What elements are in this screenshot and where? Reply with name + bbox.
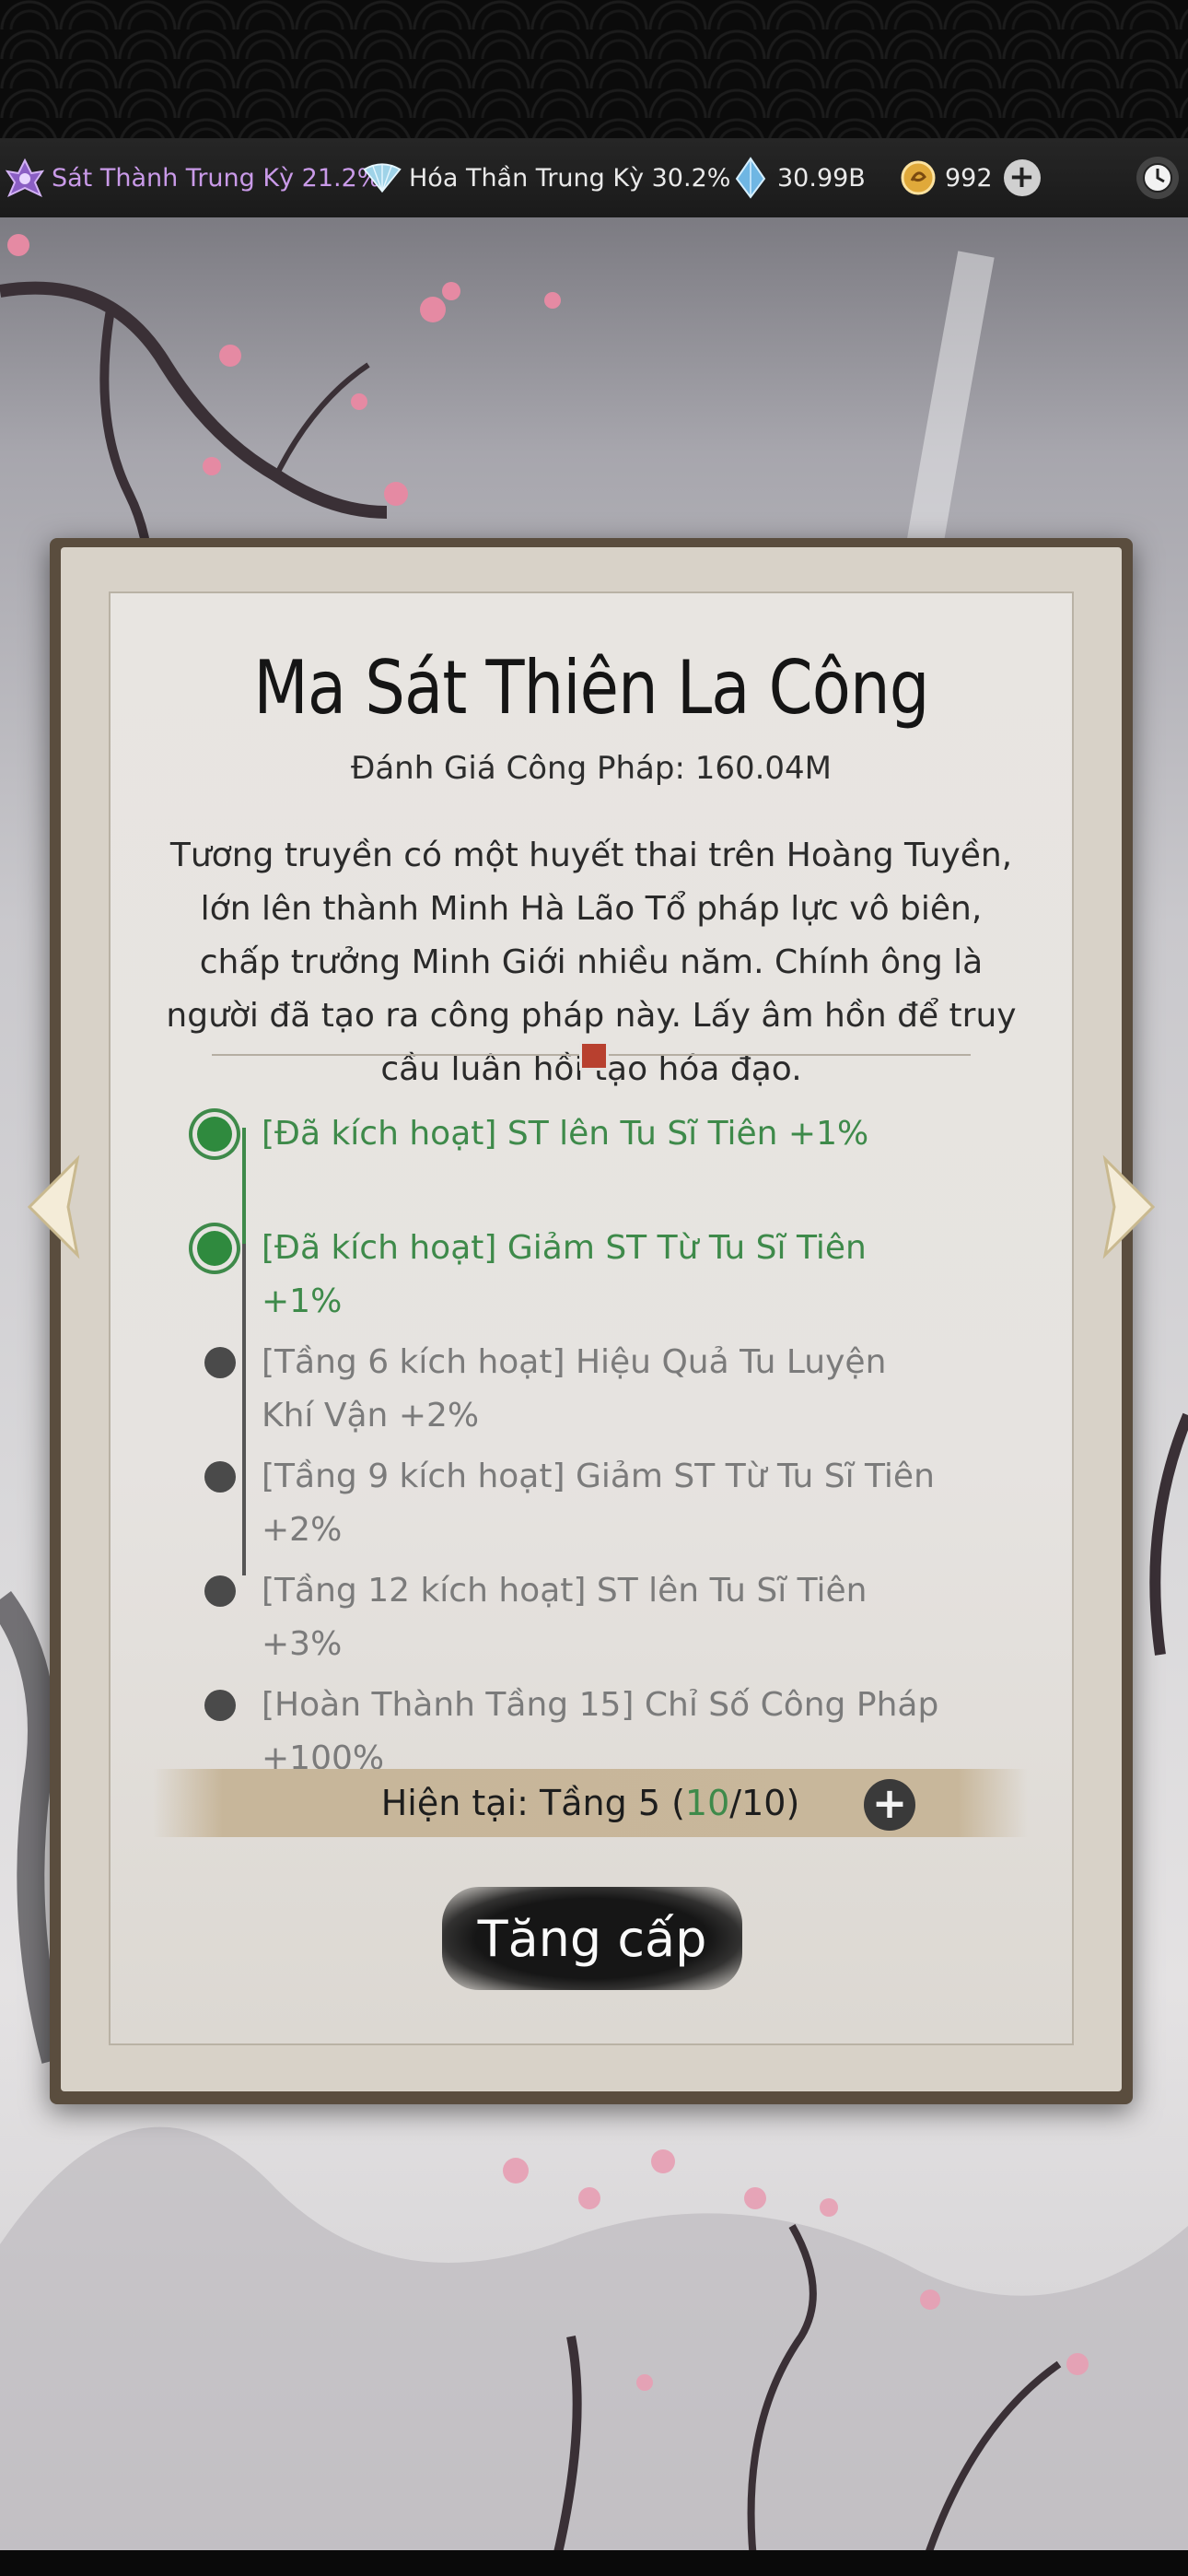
technique-scroll-panel: Ma Sát Thiên La Công Đánh Giá Công Pháp:… <box>50 538 1133 2104</box>
add-level-button[interactable]: + <box>864 1779 915 1831</box>
spirit-stone-counter[interactable]: 30.99B <box>729 138 866 217</box>
resource-bar: Sát Thành Trung Kỳ 21.2% Hóa Thần Trung … <box>0 138 1188 219</box>
effect-text: [Tầng 6 kích hoạt] Hiệu Quả Tu Luyện Khí… <box>262 1343 887 1434</box>
technique-title: Ma Sát Thiên La Công <box>253 645 929 731</box>
effect-text: [Đã kích hoạt] Giảm ST Từ Tu Sĩ Tiên +1% <box>262 1229 867 1320</box>
effect-active-dot <box>197 1117 232 1152</box>
technique-rating: Đánh Giá Công Pháp: 160.04M <box>350 750 833 787</box>
add-gold-button[interactable]: + <box>1003 159 1041 196</box>
effect-inactive-dot <box>204 1575 236 1607</box>
rank-fan-icon <box>361 157 403 199</box>
level-separator: / <box>729 1783 742 1823</box>
rank-demon-icon <box>4 157 46 199</box>
effect-inactive-dot <box>204 1690 236 1721</box>
effect-text: [Tầng 9 kích hoạt] Giảm ST Từ Tu Sĩ Tiên… <box>262 1458 935 1549</box>
effect-active-dot <box>197 1231 232 1266</box>
gold-value: 992 <box>945 163 993 193</box>
gold-coin-icon <box>897 157 939 199</box>
level-max: 10 <box>741 1783 786 1823</box>
rank2-indicator[interactable]: Hóa Thần Trung Kỳ 30.2% <box>361 138 730 217</box>
effect-text: [Đã kích hoạt] ST lên Tu Sĩ Tiên +1% <box>262 1115 869 1153</box>
level-suffix: ) <box>786 1783 800 1823</box>
effect-text: [Tầng 12 kích hoạt] ST lên Tu Sĩ Tiên +3… <box>262 1572 868 1663</box>
timeline-inactive-line <box>242 1244 246 1575</box>
clock-icon[interactable] <box>1136 157 1179 199</box>
level-prefix: Hiện tại: Tầng 5 ( <box>380 1783 685 1823</box>
gold-counter[interactable]: 992 + <box>897 138 1041 217</box>
bottom-strip <box>0 2550 1188 2576</box>
spirit-stone-icon <box>729 157 772 199</box>
top-pattern-strip <box>0 0 1188 138</box>
spirit-stone-value: 30.99B <box>777 163 866 193</box>
upgrade-button[interactable]: Tăng cấp <box>442 1887 742 1990</box>
right-arrow-icon[interactable] <box>1098 1152 1162 1262</box>
rank1-label: Sát Thành Trung Kỳ 21.2% <box>52 163 381 193</box>
rank2-label: Hóa Thần Trung Kỳ 30.2% <box>409 163 731 193</box>
effect-inactive-dot <box>204 1347 236 1378</box>
rank1-indicator[interactable]: Sát Thành Trung Kỳ 21.2% <box>4 138 380 217</box>
seal-icon <box>579 1041 609 1071</box>
level-current: 10 <box>684 1783 730 1823</box>
effect-inactive-dot <box>204 1461 236 1493</box>
timeline-active-line <box>242 1128 246 1244</box>
left-arrow-icon[interactable] <box>20 1152 85 1262</box>
